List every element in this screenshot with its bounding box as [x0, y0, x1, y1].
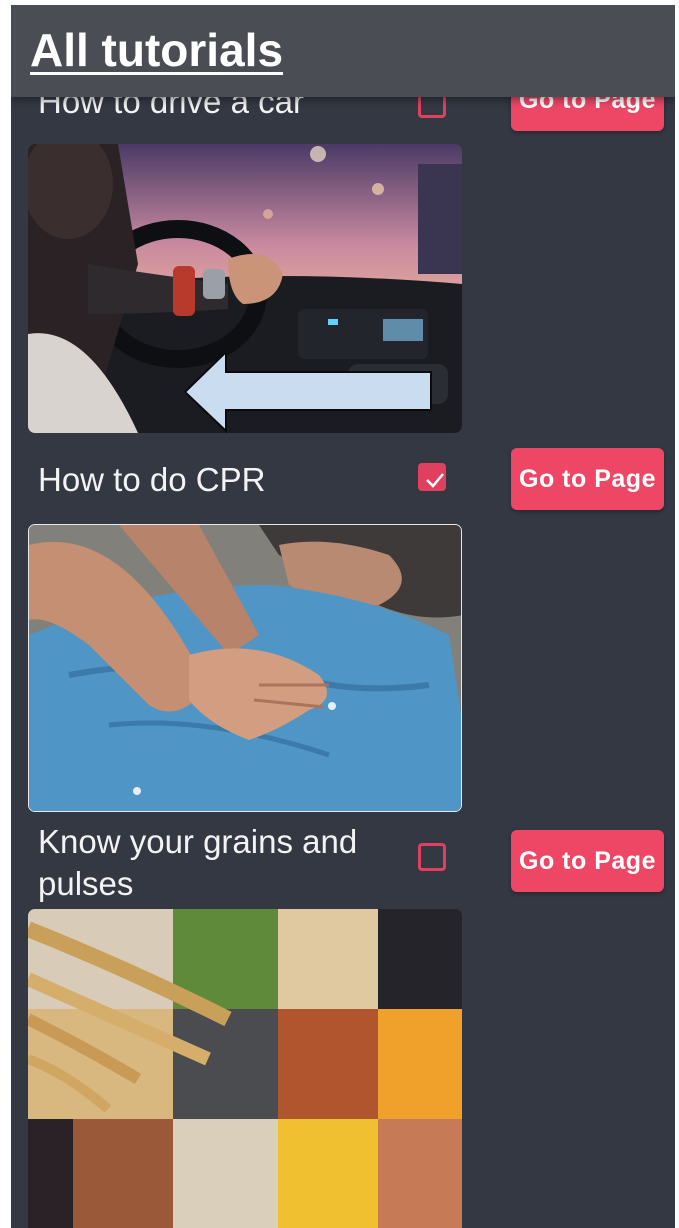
go-to-page-button-2[interactable]: Go to Page [511, 448, 664, 510]
page-title: All tutorials [30, 24, 284, 76]
grains-pulses-image [28, 909, 462, 1228]
tutorial-list[interactable]: How to drive a car Go to Page How to do … [11, 5, 675, 1228]
tutorials-screen: How to drive a car Go to Page How to do … [11, 5, 675, 1228]
checkbox-tutorial-2[interactable] [418, 463, 446, 491]
driving-car-image [28, 144, 462, 433]
go-to-page-button-3[interactable]: Go to Page [511, 830, 664, 892]
tutorial-title-2: How to do CPR [38, 461, 266, 498]
app-bar: All tutorials [11, 5, 675, 97]
cpr-image [28, 524, 462, 812]
tutorial-title-3: Know your grains and pulses [38, 823, 358, 902]
check-icon [426, 473, 444, 488]
checkbox-tutorial-3[interactable] [418, 843, 446, 871]
